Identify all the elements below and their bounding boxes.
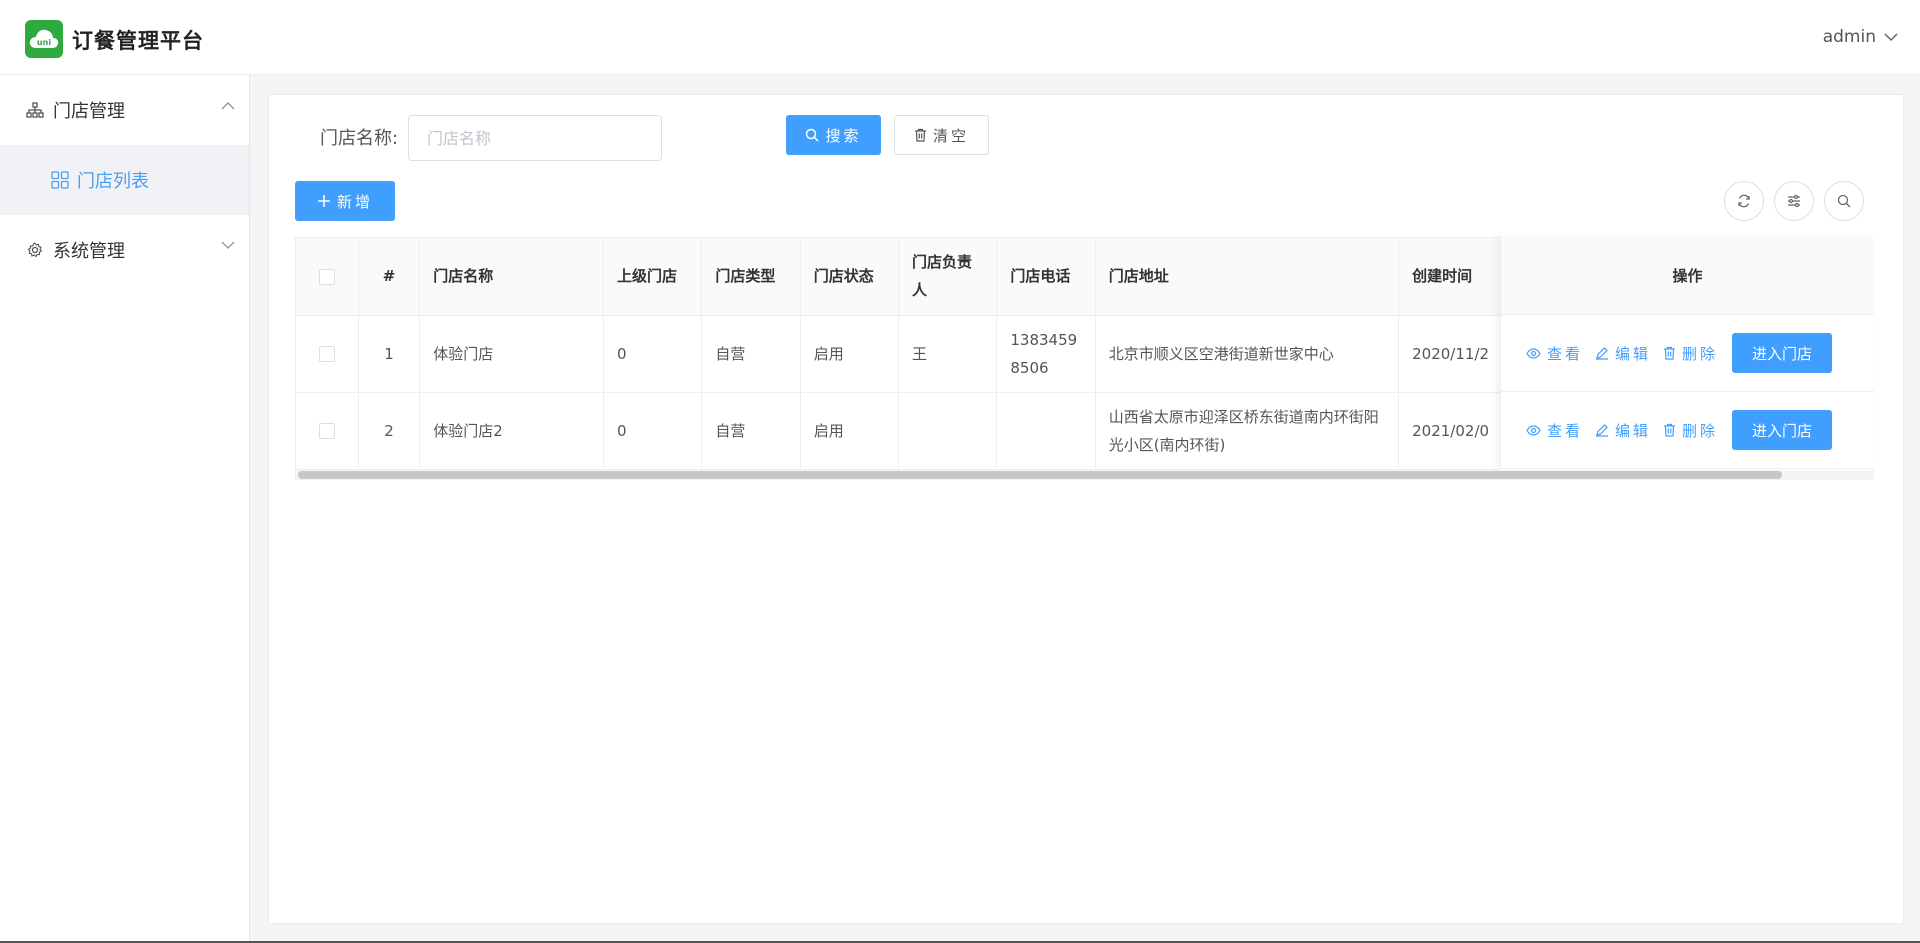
app-logo[interactable]: uni (25, 20, 63, 58)
search-icon (806, 128, 820, 142)
scrollbar-thumb[interactable] (298, 471, 1782, 479)
column-settings-button[interactable] (1774, 181, 1814, 221)
cell-type: 自营 (701, 315, 801, 393)
add-button-label: 新增 (336, 192, 373, 211)
enter-store-button[interactable]: 进入门店 (1732, 333, 1833, 373)
clear-button-label: 清空 (932, 126, 969, 145)
eye-icon (1526, 424, 1541, 436)
chevron-down-icon (1884, 32, 1898, 41)
view-link[interactable]: 查看 (1526, 343, 1583, 364)
edit-link[interactable]: 编辑 (1595, 343, 1651, 364)
cell-index: 2 (358, 392, 421, 470)
toggle-search-button[interactable] (1824, 181, 1864, 221)
cell-created: 2021/02/0 (1398, 392, 1504, 470)
column-header[interactable]: 上级门店 (603, 238, 703, 316)
sidebar-group-store-management[interactable]: 门店管理 (0, 75, 249, 145)
main-card (268, 94, 1904, 924)
cell-index: 1 (358, 315, 421, 393)
horizontal-scrollbar[interactable] (296, 470, 1874, 480)
cell-phone (996, 392, 1096, 470)
cell-manager: 王 (898, 315, 998, 393)
sidebar-group-label: 系统管理 (53, 241, 125, 262)
sliders-icon (1788, 194, 1800, 208)
user-name: admin (1822, 27, 1876, 47)
column-header[interactable]: 门店状态 (800, 238, 900, 316)
actions-header: 操作 (1501, 237, 1874, 315)
sidebar-group-label: 门店管理 (53, 101, 125, 122)
cell-parent: 0 (603, 392, 703, 470)
column-header[interactable]: 门店负责人 (898, 238, 998, 316)
cell-parent: 0 (603, 315, 703, 393)
add-button[interactable]: 新增 (295, 181, 395, 221)
search-icon (1837, 194, 1851, 208)
delete-link[interactable]: 删除 (1663, 343, 1718, 364)
select-all-cell (296, 238, 359, 316)
cell-status: 启用 (800, 392, 900, 470)
plus-icon (317, 195, 330, 207)
store-name-input[interactable] (408, 115, 662, 161)
edit-link[interactable]: 编辑 (1595, 420, 1651, 441)
trash-icon (914, 128, 926, 142)
row-checkbox[interactable] (318, 346, 335, 362)
cell-address: 山西省太原市迎泽区桥东街道南内环街阳光小区(南内环街) (1095, 392, 1400, 470)
cell-type: 自营 (701, 392, 801, 470)
actions-row: 查看 编辑 删除 进入门店 (1501, 392, 1874, 469)
cell-status: 启用 (800, 315, 900, 393)
view-link[interactable]: 查看 (1526, 420, 1583, 441)
svg-text:uni: uni (37, 38, 51, 47)
gear-icon (25, 240, 45, 260)
search-button-label: 搜索 (825, 126, 862, 145)
cloud-logo-icon: uni (29, 29, 59, 48)
delete-label: 删除 (1682, 344, 1719, 363)
row-select-cell (296, 315, 359, 393)
refresh-icon (1738, 194, 1750, 208)
cell-manager (898, 392, 998, 470)
trash-icon (1664, 423, 1676, 437)
column-header[interactable]: # (358, 238, 421, 316)
clear-button[interactable]: 清空 (894, 115, 989, 155)
cell-created: 2020/11/2 (1398, 315, 1504, 393)
chevron-up-icon (221, 102, 235, 110)
cell-store-name: 体验门店 (419, 315, 605, 393)
refresh-button[interactable] (1724, 181, 1764, 221)
edit-label: 编辑 (1615, 344, 1652, 363)
chevron-down-icon (221, 241, 235, 249)
column-header[interactable]: 门店名称 (419, 238, 605, 316)
cell-address: 北京市顺义区空港街道新世家中心 (1095, 315, 1400, 393)
cell-store-name: 体验门店2 (419, 392, 605, 470)
enter-store-button[interactable]: 进入门店 (1732, 410, 1833, 450)
sidebar: 门店管理 门店列表 系统管理 (0, 75, 250, 943)
select-all-checkbox[interactable] (318, 268, 335, 285)
search-button[interactable]: 搜索 (786, 115, 881, 155)
column-header[interactable]: 门店类型 (701, 238, 801, 316)
cell-phone: 13834598506 (996, 315, 1096, 393)
sidebar-group-system-management[interactable]: 系统管理 (0, 215, 249, 285)
delete-link[interactable]: 删除 (1663, 420, 1718, 441)
sidebar-item-label: 门店列表 (77, 171, 149, 192)
org-chart-icon (25, 100, 45, 120)
column-header[interactable]: 门店地址 (1095, 238, 1400, 316)
store-name-filter-label: 门店名称: (320, 128, 399, 149)
grid-icon (50, 170, 70, 190)
eye-icon (1526, 347, 1541, 359)
edit-label: 编辑 (1615, 421, 1652, 440)
view-label: 查看 (1547, 344, 1584, 363)
sidebar-item-store-list[interactable]: 门店列表 (0, 145, 249, 215)
edit-icon (1596, 347, 1609, 360)
edit-icon (1596, 424, 1609, 437)
top-bar: uni 订餐管理平台 admin (0, 0, 1920, 75)
user-menu[interactable]: admin (1823, 27, 1898, 47)
row-select-cell (296, 392, 359, 470)
column-header[interactable]: 创建时间 (1398, 238, 1504, 316)
view-label: 查看 (1547, 421, 1584, 440)
app-title: 订餐管理平台 (72, 29, 204, 53)
actions-column: 操作 查看 编辑 删除 进入门店 查看 编辑 删除 进入门店 (1500, 237, 1874, 470)
actions-row: 查看 编辑 删除 进入门店 (1501, 315, 1874, 392)
column-header[interactable]: 门店电话 (996, 238, 1096, 316)
delete-label: 删除 (1682, 421, 1719, 440)
trash-icon (1664, 346, 1676, 360)
row-checkbox[interactable] (318, 423, 335, 439)
